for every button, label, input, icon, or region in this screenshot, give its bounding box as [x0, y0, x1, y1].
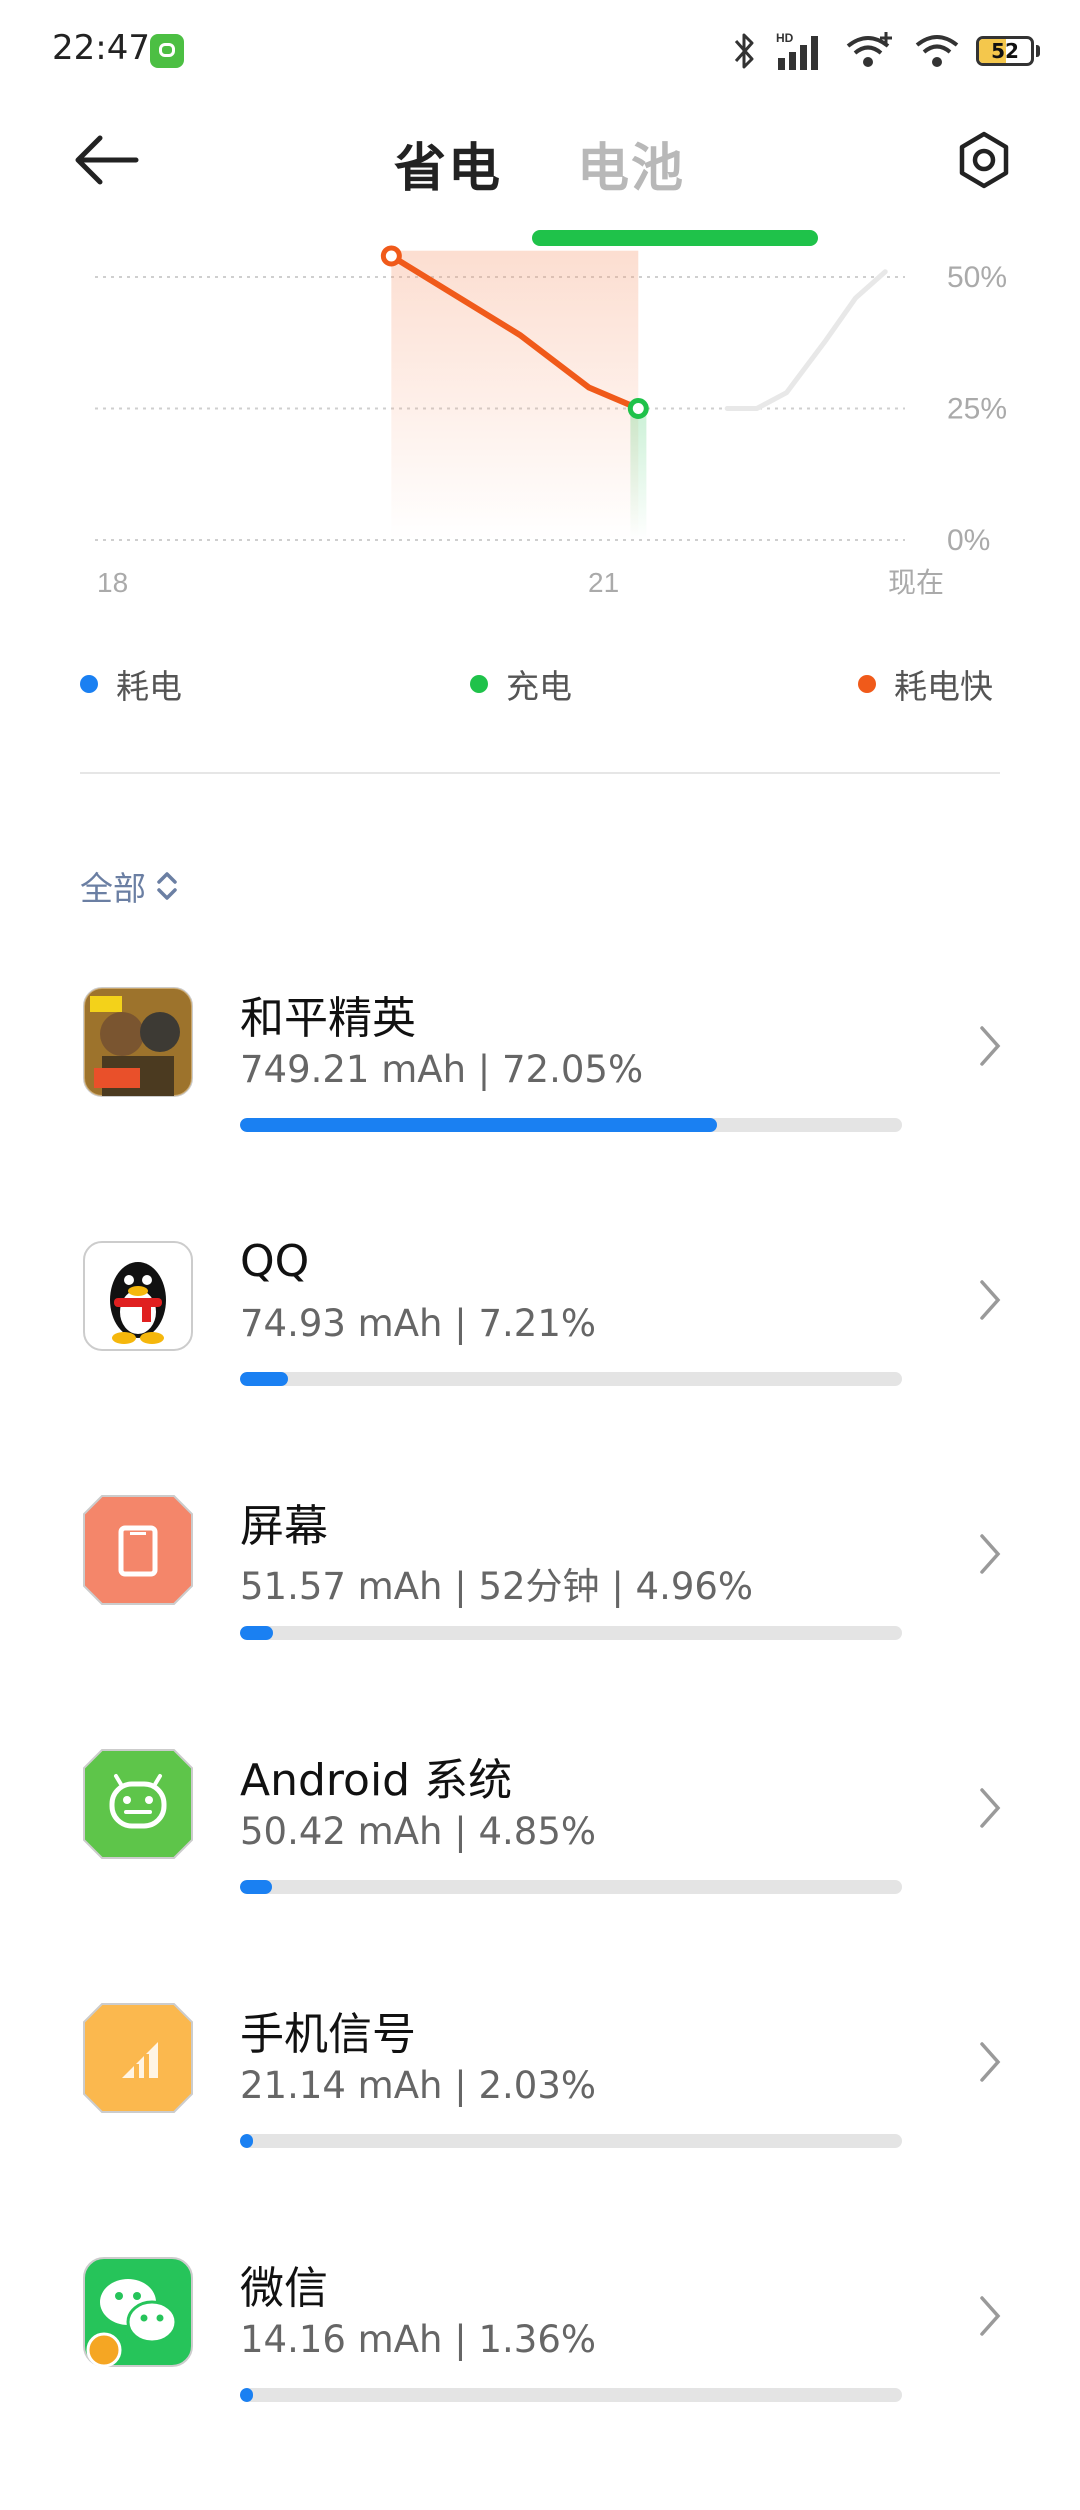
chevron-right-icon [980, 1280, 1001, 1320]
battery-chart[interactable]: 50% 25% 0% 18 21 现在 [0, 230, 1080, 610]
hd-label: HD [776, 31, 794, 45]
legend-item-fast-drain: 耗电快 [858, 660, 993, 708]
signal-icon: HD [776, 31, 818, 70]
list-item-app[interactable]: 屏幕 51.57 mAh | 52分钟 | 4.96% [0, 1494, 1080, 1748]
chevron-right-icon [980, 1788, 1001, 1828]
app-name: QQ [240, 1236, 310, 1287]
filter-dropdown[interactable]: 全部 [80, 862, 178, 910]
battery-tip [1036, 45, 1040, 57]
y-tick-label: 25% [947, 393, 1007, 426]
chevron-right-icon [980, 1026, 1001, 1066]
list-item-app[interactable]: 手机信号 21.14 mAh | 2.03% [0, 2002, 1080, 2256]
wifi-plus-icon [846, 32, 892, 67]
usage-bar [240, 2134, 902, 2148]
legend-label: 耗电 [116, 667, 182, 706]
legend-dot [470, 675, 488, 693]
usage-bar [240, 1118, 902, 1132]
usage-bar-fill [240, 1880, 273, 1894]
legend-label: 充电 [506, 667, 572, 706]
app-usage-detail: 51.57 mAh | 52分钟 | 4.96% [240, 1565, 754, 1608]
usage-bar-fill [240, 2134, 254, 2148]
chart-range-indicator [532, 230, 818, 246]
usage-bar [240, 1880, 902, 1894]
app-name: 手机信号 [240, 2009, 416, 2060]
app-name: 屏幕 [240, 1501, 328, 1552]
x-tick-label: 21 [588, 567, 619, 598]
app-name: 微信 [240, 2263, 328, 2314]
chevron-right-icon [980, 2296, 1001, 2336]
cell-signal-icon [83, 2003, 193, 2113]
legend-item-consumption: 耗电 [80, 660, 182, 708]
chevron-right-icon [980, 2042, 1001, 2082]
list-item-app[interactable]: 和平精英 749.21 mAh | 72.05% [0, 986, 1080, 1240]
list-item-app[interactable]: QQ 74.93 mAh | 7.21% [0, 1236, 1080, 1494]
usage-bar-fill [240, 1626, 273, 1640]
tab-power-saving[interactable]: 省电 [394, 126, 502, 201]
status-icons: HD 52 [732, 26, 1040, 76]
app-name: 和平精英 [240, 993, 416, 1044]
app-usage-detail: 74.93 mAh | 7.21% [240, 1302, 597, 1345]
chart-series-past [724, 269, 888, 411]
legend-item-charging: 充电 [470, 660, 572, 708]
wechat-icon [83, 2257, 193, 2368]
usage-bar-fill [240, 1372, 288, 1386]
chart-marker [627, 398, 649, 419]
legend-dot [858, 675, 876, 693]
bluetooth-icon [734, 33, 754, 69]
usage-bar [240, 1372, 902, 1386]
qq-penguin-icon [83, 1241, 193, 1351]
usage-bar-fill [240, 1118, 717, 1132]
app-usage-detail: 14.16 mAh | 1.36% [240, 2318, 597, 2361]
chevron-right-icon [980, 1534, 1001, 1574]
chart-marker [380, 245, 402, 267]
charging-region [630, 408, 647, 540]
x-tick-label: 现在 [888, 567, 944, 598]
legend-label: 耗电快 [894, 667, 993, 706]
sort-updown-icon [157, 872, 177, 900]
list-item-app[interactable]: 微信 14.16 mAh | 1.36% [0, 2256, 1080, 2510]
app-name: Android 系统 [240, 1755, 513, 1806]
filter-label: 全部 [80, 869, 146, 908]
usage-bar [240, 1626, 902, 1640]
tab-battery[interactable]: 电池 [577, 126, 685, 201]
game-icon [83, 987, 193, 1097]
y-tick-label: 0% [947, 524, 990, 557]
app-usage-detail: 50.42 mAh | 4.85% [240, 1810, 597, 1853]
app-usage-detail: 21.14 mAh | 2.03% [240, 2064, 597, 2107]
list-item-app[interactable]: Android 系统 50.42 mAh | 4.85% [0, 1748, 1080, 2002]
battery-icon: 52 [976, 36, 1034, 66]
wifi-icon [915, 35, 959, 67]
x-tick-label: 18 [97, 567, 128, 598]
back-arrow-icon[interactable] [70, 132, 140, 188]
status-time: 22:47 [52, 28, 150, 68]
y-tick-label: 50% [947, 261, 1007, 294]
settings-gear-icon[interactable] [954, 130, 1014, 190]
app-usage-detail: 749.21 mAh | 72.05% [240, 1048, 644, 1091]
legend-dot [80, 675, 98, 693]
screen-icon [83, 1495, 193, 1605]
divider [80, 772, 1000, 774]
app-notification-icon [150, 34, 184, 68]
android-icon [83, 1749, 193, 1859]
